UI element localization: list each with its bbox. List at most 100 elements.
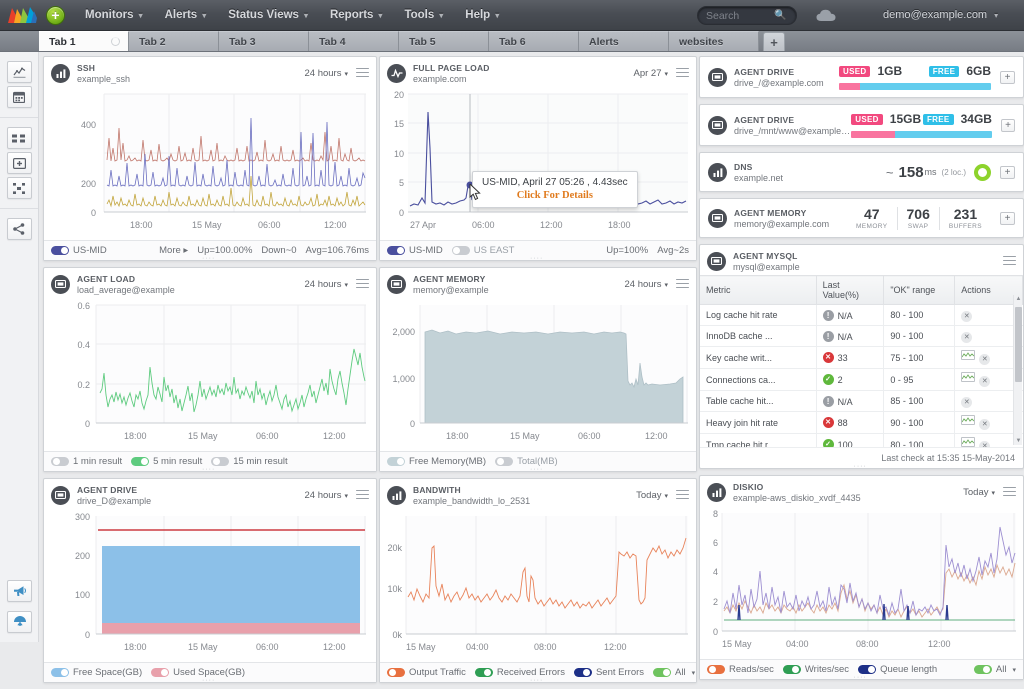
more-link[interactable]: More ▸ xyxy=(159,245,188,256)
add-to-dashboard-button[interactable]: + xyxy=(1000,71,1015,84)
legend-toggle-us-mid[interactable]: US-MID xyxy=(51,245,107,256)
view-chart-icon[interactable] xyxy=(961,437,975,447)
resize-grip[interactable]: ···· xyxy=(530,679,546,683)
add-to-dashboard-button[interactable]: + xyxy=(1000,166,1015,179)
remove-metric-button[interactable]: ✕ xyxy=(979,419,990,430)
line-chart-icon[interactable] xyxy=(7,61,32,83)
legend-toggle-writes[interactable]: Writes/sec xyxy=(783,664,849,675)
tooltip-line-2[interactable]: Click For Details xyxy=(482,190,628,201)
remove-metric-button[interactable]: ✕ xyxy=(979,376,990,387)
toggle-switch[interactable] xyxy=(151,668,169,677)
resize-grip[interactable]: ···· xyxy=(202,679,218,683)
add-monitor-button[interactable] xyxy=(46,6,65,25)
chart-bandwidth[interactable]: 20k 10k 0k 15 May 04:00 08:00 12:00 xyxy=(380,510,696,662)
widget-menu-button[interactable] xyxy=(356,68,369,80)
support-icon[interactable] xyxy=(7,611,32,633)
table-vertical-scrollbar[interactable]: ▲ ▼ xyxy=(1013,295,1022,445)
tab-tab-3[interactable]: Tab 3 xyxy=(219,31,309,51)
legend-toggle-free-space[interactable]: Free Space(GB) xyxy=(51,667,142,678)
resize-grip[interactable]: ···· xyxy=(202,468,218,472)
calendar-icon[interactable] xyxy=(7,86,32,108)
legend-toggle-free-memory[interactable]: Free Memory(MB) xyxy=(387,456,486,467)
widget-menu-button[interactable] xyxy=(676,68,689,80)
time-range-selector[interactable]: Apr 27▾ xyxy=(633,68,668,79)
legend-toggle-15-min[interactable]: 15 min result xyxy=(211,456,287,467)
chart-agent-load[interactable]: 0.6 0.4 0.2 0 18:00 15 May 06:00 12:00 xyxy=(44,299,376,451)
widget-menu-button[interactable] xyxy=(676,279,689,291)
toggle-switch[interactable] xyxy=(653,668,671,677)
resize-grip[interactable]: ···· xyxy=(530,257,546,261)
tab-tab-2[interactable]: Tab 2 xyxy=(129,31,219,51)
resize-grip[interactable]: ···· xyxy=(854,465,870,469)
chevron-down-icon[interactable]: ▾ xyxy=(1012,666,1016,674)
toggle-switch[interactable] xyxy=(387,457,405,466)
toggle-switch[interactable] xyxy=(783,665,801,674)
time-range-selector[interactable]: 24 hours▾ xyxy=(305,490,349,501)
time-range-selector[interactable]: 24 hours▾ xyxy=(305,68,349,79)
user-account-menu[interactable]: demo@example.com▾ xyxy=(883,0,998,31)
toggle-switch[interactable] xyxy=(495,457,513,466)
column-header-last-value[interactable]: Last Value(%) xyxy=(816,276,884,305)
resize-grip[interactable]: ···· xyxy=(202,257,218,261)
scroll-down-arrow-icon[interactable]: ▼ xyxy=(1015,438,1022,444)
chart-diskio[interactable]: 8 6 4 2 0 15 May 04:00 08:00 12:00 xyxy=(700,507,1023,659)
fullscreen-icon[interactable] xyxy=(7,177,32,199)
feedback-megaphone-icon[interactable] xyxy=(7,580,32,602)
search-icon[interactable]: 🔍 xyxy=(774,10,788,21)
widget-menu-button[interactable] xyxy=(356,279,369,291)
legend-toggle-received-errors[interactable]: Received Errors xyxy=(475,667,565,678)
nav-item-alerts[interactable]: Alerts▾ xyxy=(154,0,218,31)
chevron-down-icon[interactable]: ▾ xyxy=(692,669,696,677)
legend-toggle-5-min[interactable]: 5 min result xyxy=(131,456,202,467)
add-tab-button[interactable] xyxy=(763,32,785,51)
remove-metric-button[interactable]: ✕ xyxy=(961,397,972,408)
legend-all-selector[interactable]: All ▾ xyxy=(653,667,695,678)
widget-menu-button[interactable] xyxy=(1003,256,1016,268)
nav-item-tools[interactable]: Tools▾ xyxy=(393,0,454,31)
remove-metric-button[interactable]: ✕ xyxy=(961,332,972,343)
search-input[interactable] xyxy=(698,7,774,24)
tab-tab-6[interactable]: Tab 6 xyxy=(489,31,579,51)
time-range-selector[interactable]: 24 hours▾ xyxy=(305,279,349,290)
toggle-switch[interactable] xyxy=(51,246,69,255)
time-range-selector[interactable]: 24 hours▾ xyxy=(625,279,669,290)
legend-toggle-1-min[interactable]: 1 min result xyxy=(51,456,122,467)
chart-agent-drive[interactable]: 300 200 100 0 18:00 15 May 06:00 12:00 xyxy=(44,510,376,662)
view-chart-icon[interactable] xyxy=(961,372,975,382)
chart-ssh[interactable]: 400 200 0 18:00 15 May 06:00 12:00 xyxy=(44,88,376,240)
share-icon[interactable] xyxy=(7,218,32,240)
widget-menu-button[interactable] xyxy=(356,490,369,502)
chart-agent-memory[interactable]: 2,000 1,000 0 18:00 15 May 06:00 12:00 xyxy=(380,299,696,451)
column-header-metric[interactable]: Metric xyxy=(700,276,816,305)
add-to-dashboard-button[interactable]: + xyxy=(1001,119,1015,132)
resize-grip[interactable]: ···· xyxy=(854,676,870,680)
nav-item-help[interactable]: Help▾ xyxy=(454,0,510,31)
nav-item-monitors[interactable]: Monitors▾ xyxy=(74,0,154,31)
view-chart-icon[interactable] xyxy=(961,350,975,360)
legend-toggle-us-east[interactable]: US EAST xyxy=(452,245,515,256)
legend-all-selector[interactable]: All ▾ xyxy=(974,664,1016,675)
legend-toggle-total[interactable]: Total(MB) xyxy=(495,456,558,467)
legend-toggle-sent-errors[interactable]: Sent Errors xyxy=(574,667,644,678)
add-to-dashboard-button[interactable]: + xyxy=(1000,212,1015,225)
resize-grip[interactable]: ···· xyxy=(530,468,546,472)
chart-full-page-load[interactable]: 20 15 10 5 0 27 Apr 06:00 12:00 18:00 US… xyxy=(380,88,696,240)
toggle-switch[interactable] xyxy=(211,457,229,466)
widget-menu-button[interactable] xyxy=(1003,487,1016,499)
search-box[interactable]: 🔍 xyxy=(697,6,797,25)
tab-alerts[interactable]: Alerts xyxy=(579,31,669,51)
cloud-icon[interactable] xyxy=(816,9,836,25)
column-header-ok-range[interactable]: "OK" range xyxy=(884,276,955,305)
toggle-switch[interactable] xyxy=(387,668,405,677)
toggle-switch[interactable] xyxy=(707,665,725,674)
add-widget-icon[interactable] xyxy=(7,152,32,174)
toggle-switch[interactable] xyxy=(51,668,69,677)
toggle-switch[interactable] xyxy=(858,665,876,674)
toggle-switch[interactable] xyxy=(387,246,405,255)
time-range-selector[interactable]: Today▾ xyxy=(636,490,668,501)
toggle-switch[interactable] xyxy=(974,665,992,674)
toggle-switch[interactable] xyxy=(131,457,149,466)
widget-menu-button[interactable] xyxy=(676,490,689,502)
legend-toggle-reads[interactable]: Reads/sec xyxy=(707,664,774,675)
nav-item-status-views[interactable]: Status Views▾ xyxy=(217,0,319,31)
